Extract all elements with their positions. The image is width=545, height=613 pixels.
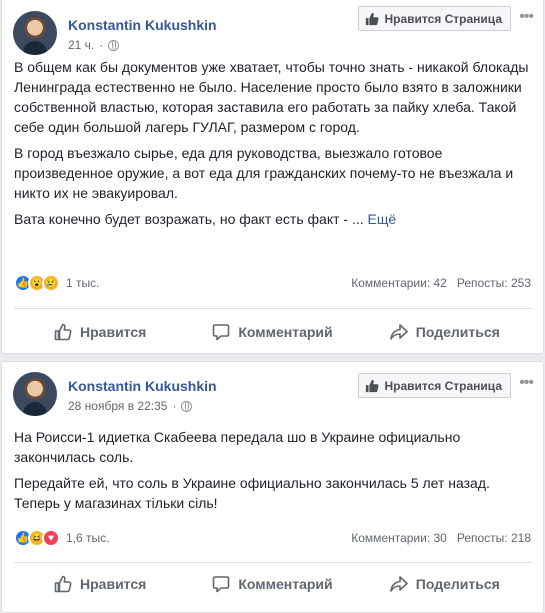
post-paragraph: В город въезжало сырье, еда для руководс… — [14, 145, 514, 201]
post-paragraph: В общем как бы документов уже хватает, ч… — [14, 59, 529, 135]
share-icon — [389, 575, 408, 592]
more-options-icon[interactable]: ••• — [519, 8, 534, 26]
reactions[interactable]: 👍 😆 ♥ — [14, 529, 60, 547]
like-label: Нравится — [80, 575, 147, 592]
author-name[interactable]: Konstantin Kukushkin — [68, 378, 217, 394]
thumb-up-icon — [54, 323, 72, 340]
post-card: Konstantin Kukushkin 28 ноября в 22:35 ·… — [1, 361, 544, 613]
share-label: Поделиться — [415, 323, 500, 340]
post-text: В общем как бы документов уже хватает, ч… — [14, 57, 531, 235]
post-stats: 👍 😆 ♥ 1,6 тыс. Комментарии: 30 Репосты: … — [14, 528, 531, 548]
like-page-label: Нравится Страница — [384, 11, 502, 26]
globe-icon[interactable] — [181, 400, 193, 412]
post-meta: 21 ч. · — [68, 38, 120, 52]
post-actions: Нравится Комментарий Поделиться — [14, 308, 531, 354]
like-button[interactable]: Нравится — [14, 563, 186, 604]
comment-label: Комментарий — [238, 323, 333, 340]
post-paragraph: На Роисси-1 идиетка Скабеева передала шо… — [14, 429, 461, 465]
thumb-up-icon — [366, 12, 379, 25]
sad-reaction-icon: 😢 — [42, 274, 60, 292]
post-stats: 👍 😮 😢 1 тыс. Комментарии: 42 Репосты: 25… — [14, 273, 531, 293]
post-last-line: Вата конечно будет возражать, но факт ес… — [14, 211, 364, 227]
reactions-count[interactable]: 1 тыс. — [66, 276, 99, 290]
post-actions: Нравится Комментарий Поделиться — [14, 562, 531, 604]
post-card: Konstantin Kukushkin 21 ч. · Нравится Ст… — [1, 0, 544, 354]
reactions-count[interactable]: 1,6 тыс. — [66, 531, 109, 545]
comments-count[interactable]: Комментарии: 42 — [351, 276, 447, 290]
shares-count[interactable]: Репосты: 253 — [457, 276, 531, 290]
like-page-button[interactable]: Нравится Страница — [358, 373, 511, 398]
share-icon — [389, 323, 408, 340]
like-page-label: Нравится Страница — [384, 378, 502, 393]
timestamp[interactable]: 28 ноября в 22:35 — [68, 399, 167, 413]
comments-count[interactable]: Комментарии: 30 — [351, 531, 447, 545]
reactions[interactable]: 👍 😮 😢 — [14, 274, 60, 292]
share-button[interactable]: Поделиться — [359, 563, 531, 604]
share-label: Поделиться — [415, 575, 500, 592]
comment-icon — [213, 575, 230, 592]
thumb-up-icon — [366, 379, 379, 392]
like-button[interactable]: Нравится — [14, 309, 186, 354]
post-meta: 28 ноября в 22:35 · — [68, 399, 193, 413]
shares-count[interactable]: Репосты: 218 — [457, 531, 531, 545]
like-page-button[interactable]: Нравится Страница — [358, 6, 511, 31]
more-options-icon[interactable]: ••• — [519, 374, 534, 392]
timestamp[interactable]: 21 ч. — [68, 38, 94, 52]
post-paragraph: Передайте ей, что соль в Украине официал… — [14, 475, 490, 511]
see-more-link[interactable]: Ещё — [368, 211, 397, 227]
globe-icon[interactable] — [108, 39, 120, 51]
author-name[interactable]: Konstantin Kukushkin — [68, 17, 217, 33]
post-text: На Роисси-1 идиетка Скабеева передала шо… — [14, 427, 531, 519]
avatar[interactable] — [13, 11, 57, 55]
share-button[interactable]: Поделиться — [359, 309, 531, 354]
post-paragraph: Вата конечно будет возражать, но факт ес… — [14, 209, 531, 229]
love-reaction-icon: ♥ — [42, 529, 60, 547]
comment-button[interactable]: Комментарий — [186, 563, 358, 604]
comment-icon — [213, 323, 230, 340]
comment-label: Комментарий — [238, 575, 333, 592]
avatar[interactable] — [13, 372, 57, 416]
like-label: Нравится — [80, 323, 147, 340]
comment-button[interactable]: Комментарий — [186, 309, 358, 354]
thumb-up-icon — [54, 575, 72, 592]
